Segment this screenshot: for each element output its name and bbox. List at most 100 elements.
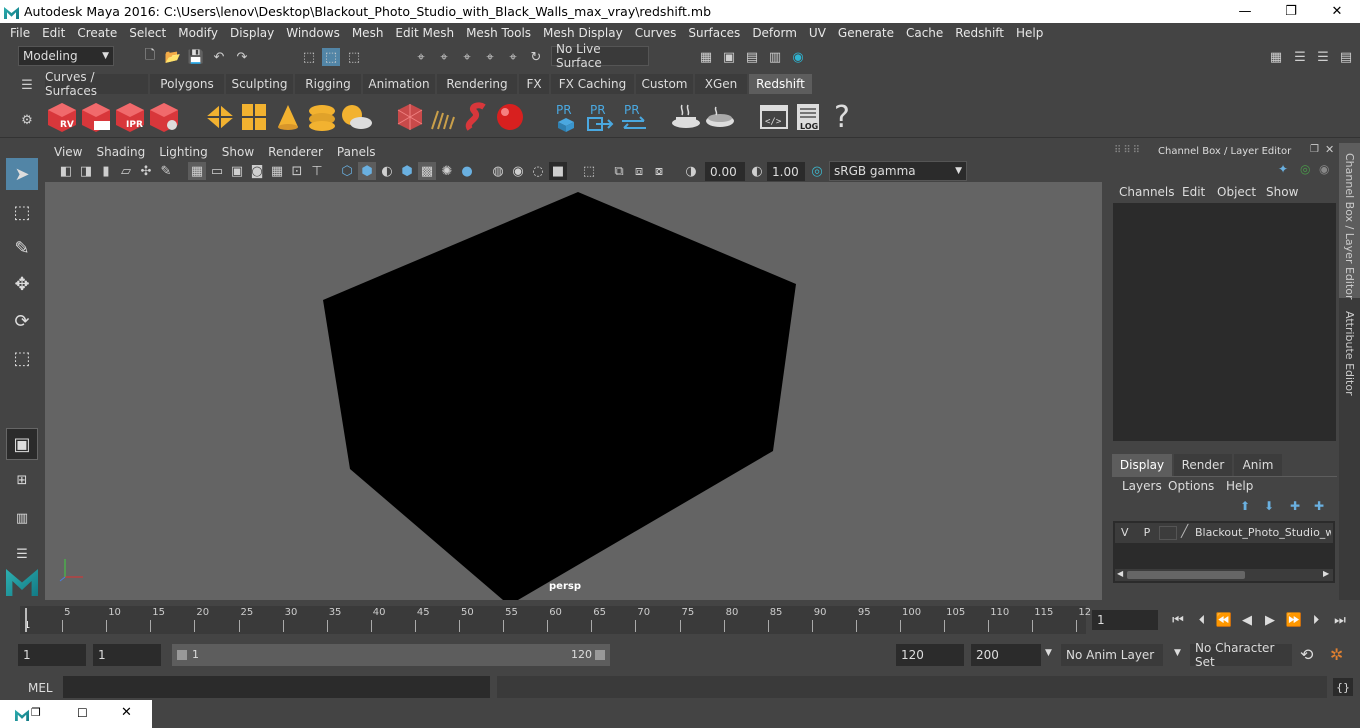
menu-deform[interactable]: Deform <box>746 26 803 40</box>
layer-playback-toggle[interactable]: P <box>1139 526 1155 539</box>
move-layer-down-icon[interactable]: ⬇ <box>1264 499 1274 513</box>
playback-end-field[interactable]: 120 <box>896 644 964 666</box>
redshift-help-icon[interactable]: ? <box>826 100 858 135</box>
close-icon[interactable]: ✕ <box>121 705 132 720</box>
layer-type-toggle[interactable] <box>1159 526 1177 540</box>
tab-fx[interactable]: FX <box>519 74 549 94</box>
viewport-menu-shading[interactable]: Shading <box>89 145 152 159</box>
scroll-right-icon[interactable]: ▶ <box>1323 569 1329 578</box>
two-pane-layout-icon[interactable]: ▥ <box>6 502 38 534</box>
command-input[interactable] <box>63 676 490 698</box>
outliner-layout-icon[interactable]: ☰ <box>6 538 38 570</box>
move-tool-icon[interactable]: ✥ <box>6 268 38 300</box>
field-chart-icon[interactable]: ▦ <box>268 162 286 180</box>
minimized-window[interactable]: ❐ ☐ ✕ <box>0 700 152 728</box>
channels-edit-menu[interactable]: Edit <box>1182 185 1205 199</box>
play-backwards-icon[interactable]: ◀ <box>1237 610 1257 630</box>
redshift-render-sequence-icon[interactable] <box>80 101 112 133</box>
save-scene-icon[interactable]: 💾 <box>187 48 205 66</box>
float-panel-icon[interactable]: ❐ <box>1310 144 1319 155</box>
smooth-shade-icon[interactable]: ⬢ <box>358 162 376 180</box>
film-gate-icon[interactable]: ▭ <box>208 162 226 180</box>
new-layer-icon[interactable]: ✚ <box>1290 499 1300 513</box>
bookmark-icon[interactable]: ▮ <box>97 162 115 180</box>
snap-curve-icon[interactable]: ⌖ <box>435 48 453 66</box>
rotate-tool-icon[interactable]: ⟳ <box>6 305 38 337</box>
open-scene-icon[interactable]: 📂 <box>164 48 182 66</box>
select-component-icon[interactable]: ⬚ <box>345 48 363 66</box>
menu-cache[interactable]: Cache <box>900 26 949 40</box>
close-button[interactable]: ✕ <box>1314 0 1360 23</box>
script-editor-icon[interactable]: {} <box>1333 678 1353 696</box>
toggle-tool-settings-icon[interactable]: ☰ <box>1314 48 1332 66</box>
ipr-render-icon[interactable]: ▤ <box>743 48 761 66</box>
menu-generate[interactable]: Generate <box>832 26 900 40</box>
shelf-menu-icon[interactable]: ☰ <box>18 76 36 94</box>
redshift-log-icon[interactable]: LOG <box>792 101 824 133</box>
redshift-hair-icon[interactable] <box>428 101 460 133</box>
chevron-down-icon[interactable]: ▼ <box>1174 648 1181 658</box>
select-hierarchy-icon[interactable]: ⬚ <box>300 48 318 66</box>
xray-icon[interactable]: ⬢ <box>398 162 416 180</box>
redshift-volume-icon[interactable] <box>462 101 494 133</box>
viewport-menu-show[interactable]: Show <box>215 145 261 159</box>
menu-display[interactable]: Display <box>224 26 280 40</box>
redshift-light-icon[interactable] <box>204 101 236 133</box>
redshift-pr-export-icon[interactable]: PR <box>584 101 616 133</box>
lasso-tool-icon[interactable]: ⬚ <box>6 196 38 228</box>
perspective-viewport[interactable]: persp <box>45 182 1102 600</box>
redshift-area-light-icon[interactable] <box>238 101 270 133</box>
redshift-bake-set-icon[interactable] <box>704 101 736 133</box>
motion-blur-icon[interactable]: ◉ <box>509 162 527 180</box>
tab-render[interactable]: Render <box>1174 454 1232 476</box>
select-object-icon[interactable]: ⬚ <box>322 48 340 66</box>
menu-create[interactable]: Create <box>71 26 123 40</box>
current-time-indicator[interactable] <box>25 608 27 632</box>
redshift-dome-light-icon[interactable] <box>306 101 338 133</box>
step-back-key-icon[interactable]: ⏪ <box>1214 610 1234 630</box>
menu-edit-mesh[interactable]: Edit Mesh <box>389 26 460 40</box>
animation-end-field[interactable]: 200 <box>971 644 1041 666</box>
snap-point-icon[interactable]: ⌖ <box>458 48 476 66</box>
redshift-render-view-icon[interactable]: RV <box>46 101 78 133</box>
redshift-spot-light-icon[interactable] <box>272 101 304 133</box>
2d-pan-zoom-icon[interactable]: ✣ <box>137 162 155 180</box>
redshift-sphere-icon[interactable] <box>494 101 526 133</box>
drag-handle[interactable]: ⠿⠿⠿ <box>1114 145 1142 156</box>
safe-title-icon[interactable]: ⊤ <box>308 162 326 180</box>
tab-xgen[interactable]: XGen <box>695 74 747 94</box>
scale-tool-icon[interactable]: ⬚ <box>6 342 38 374</box>
move-layer-up-icon[interactable]: ⬆ <box>1240 499 1250 513</box>
current-frame-field[interactable]: 1 <box>1092 610 1158 630</box>
xray-active-icon[interactable]: ⧈ <box>630 162 648 180</box>
tab-fx-caching[interactable]: FX Caching <box>551 74 634 94</box>
new-layer-selected-icon[interactable]: ✚ <box>1314 499 1324 513</box>
channels-menu[interactable]: Channels <box>1119 185 1175 199</box>
menu-mesh[interactable]: Mesh <box>346 26 390 40</box>
depth-of-field-icon[interactable]: ■ <box>549 162 567 180</box>
gate-mask-icon[interactable]: ◙ <box>248 162 266 180</box>
speed-icon[interactable]: ◎ <box>1300 162 1310 176</box>
toggle-attribute-editor-icon[interactable]: ☰ <box>1291 48 1309 66</box>
menu-file[interactable]: File <box>4 26 36 40</box>
viewport-menu-lighting[interactable]: Lighting <box>152 145 215 159</box>
grid-icon[interactable]: ▦ <box>188 162 206 180</box>
shadows-icon[interactable]: ● <box>458 162 476 180</box>
menu-mesh-display[interactable]: Mesh Display <box>537 26 629 40</box>
maximize-button[interactable]: ❐ <box>1268 0 1314 23</box>
history-icon[interactable]: ↻ <box>527 48 545 66</box>
safe-action-icon[interactable]: ⊡ <box>288 162 306 180</box>
close-panel-icon[interactable]: ✕ <box>1325 143 1334 156</box>
anim-layer-dropdown[interactable]: No Anim Layer <box>1061 644 1163 666</box>
isolate-select-icon[interactable]: ⬚ <box>580 162 598 180</box>
textured-icon[interactable]: ▩ <box>418 162 436 180</box>
tab-anim[interactable]: Anim <box>1234 454 1282 476</box>
anti-aliasing-icon[interactable]: ◌ <box>529 162 547 180</box>
grease-pencil-icon[interactable]: ✎ <box>157 162 175 180</box>
range-start-handle[interactable] <box>177 650 187 660</box>
redshift-render-settings-icon[interactable] <box>148 101 180 133</box>
viewport-menu-renderer[interactable]: Renderer <box>261 145 330 159</box>
viewport-menu-panels[interactable]: Panels <box>330 145 383 159</box>
layer-scrollbar[interactable]: ◀ ▶ <box>1115 569 1333 581</box>
workspace-icon[interactable]: ▦ <box>1267 48 1285 66</box>
